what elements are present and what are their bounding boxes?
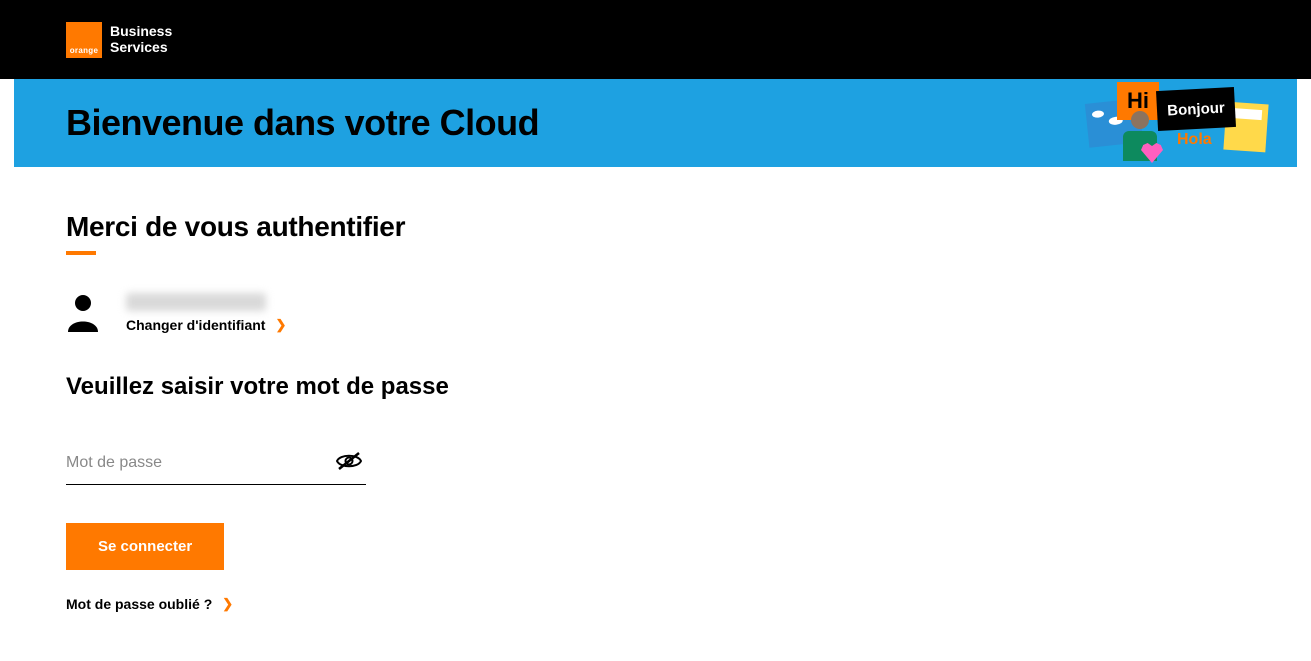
toggle-password-visibility-button[interactable] [332,447,366,478]
current-user-row: Changer d'identifiant ❯ [66,293,834,333]
login-button[interactable]: Se connecter [66,523,224,570]
top-header: orange Business Services [0,0,1311,79]
auth-title: Merci de vous authentifier [66,211,834,243]
brand-lines: Business Services [110,24,172,55]
forgot-password-link[interactable]: Mot de passe oublié ? ❯ [66,596,834,612]
hola-text: Hola [1177,131,1212,149]
title-underline-icon [66,251,96,255]
auth-panel: Merci de vous authentifier Changer d'ide… [0,167,900,652]
banner-title: Bienvenue dans votre Cloud [66,102,539,144]
orange-logo-icon: orange [66,22,102,58]
password-title: Veuillez saisir votre mot de passe [66,373,834,401]
logo-word: orange [70,46,98,55]
brand-line-2: Services [110,40,172,56]
password-field-row [66,447,366,485]
user-icon [66,294,100,332]
chevron-right-icon: ❯ [222,596,233,612]
change-identifier-link[interactable]: Changer d'identifiant ❯ [126,317,286,333]
change-identifier-label: Changer d'identifiant [126,317,265,333]
forgot-password-label: Mot de passe oublié ? [66,596,212,612]
bonjour-card: Bonjour [1156,87,1236,131]
eye-slash-icon [336,451,362,471]
welcome-banner: Bienvenue dans votre Cloud Hi Bonjour Ho… [14,79,1297,167]
brand-logo[interactable]: orange Business Services [66,22,172,58]
brand-line-1: Business [110,24,172,40]
chevron-right-icon: ❯ [275,317,286,333]
password-input[interactable] [66,454,332,472]
greeting-illustration-icon: Hi Bonjour Hola [1087,79,1267,167]
username-display [126,293,266,311]
